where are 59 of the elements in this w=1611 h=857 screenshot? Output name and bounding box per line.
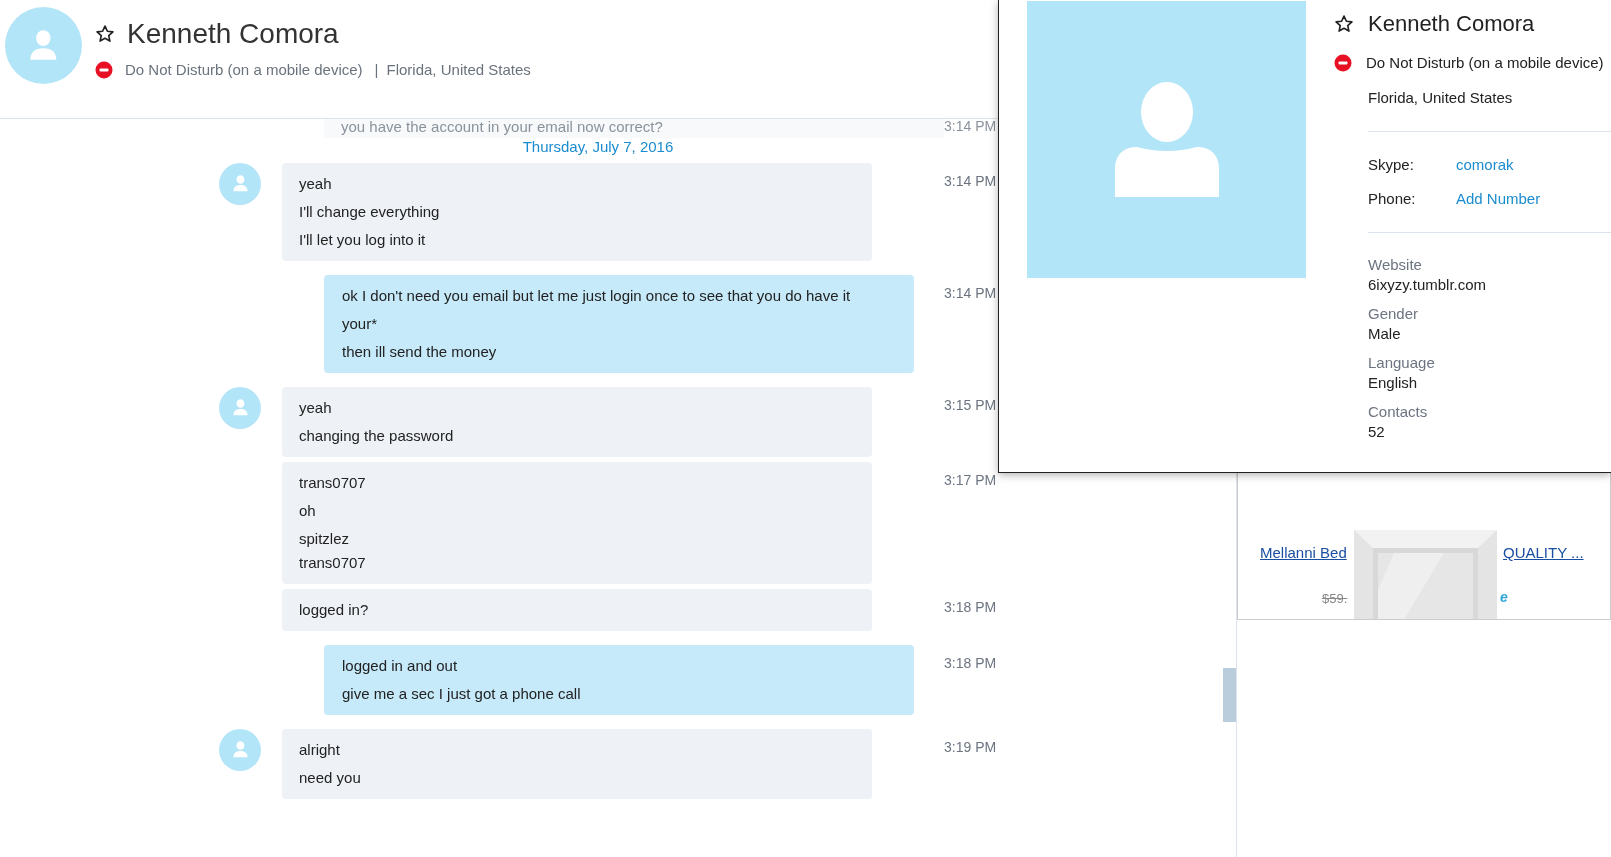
star-icon[interactable] <box>95 24 115 44</box>
message-time: 3:17 PM <box>944 470 997 490</box>
message-text: I'll let you log into it <box>299 229 427 250</box>
message-text: trans0707 <box>299 472 367 493</box>
message-text: alright <box>299 739 341 760</box>
detail-label: Gender <box>1368 304 1420 324</box>
detail-value: Male <box>1368 324 1402 344</box>
message-text: give me a sec I just got a phone call <box>342 683 582 704</box>
ad-link[interactable]: QUALITY ... <box>1503 542 1584 565</box>
profile-name: Kenneth Comora <box>1368 10 1535 38</box>
contact-name: Kenneth Comora <box>127 17 339 51</box>
message-text: then ill send the money <box>342 341 498 362</box>
star-icon[interactable] <box>1334 14 1354 34</box>
location-text: Florida, United States <box>1368 87 1514 108</box>
date-divider: Thursday, July 7, 2016 <box>522 137 674 157</box>
message-text: spitzlez trans0707 <box>299 528 367 573</box>
person-icon <box>1114 82 1219 197</box>
scrollbar-thumb[interactable] <box>1223 668 1236 722</box>
detail-value: 6ixyzy.tumblr.com <box>1368 275 1488 295</box>
status-text: Do Not Disturb (on a mobile device) <box>125 60 363 80</box>
status-text: Do Not Disturb (on a mobile device) <box>1366 53 1604 73</box>
message-time: 3:14 PM <box>944 283 997 303</box>
person-icon <box>230 174 250 193</box>
message-text: need you <box>299 767 362 788</box>
ad-banner[interactable]: Mellanni Bed QUALITY ... $59. e <box>1237 470 1611 620</box>
message-text: oh <box>299 500 317 521</box>
message-text: logged in? <box>299 599 370 620</box>
location-text: Florida, United States <box>386 60 531 80</box>
message-text: I'll change everything <box>299 201 441 222</box>
message-time: 3:14 PM <box>944 171 997 191</box>
do-not-disturb-icon <box>95 61 113 80</box>
person-icon <box>230 740 250 759</box>
message-text: yeah <box>299 397 333 418</box>
message-text: you have the account in your email now correct? <box>324 119 944 138</box>
detail-value: 52 <box>1368 422 1386 442</box>
separator: | <box>374 60 379 80</box>
ad-logo: e <box>1500 588 1508 607</box>
detail-label: Language <box>1368 353 1436 373</box>
message-time: 3:18 PM <box>944 653 997 673</box>
message-time: 3:14 PM <box>944 119 997 136</box>
message-text: yeah <box>299 173 333 194</box>
detail-label: Website <box>1368 255 1423 275</box>
message-text: your* <box>342 313 379 334</box>
field-link[interactable]: comorak <box>1456 154 1514 177</box>
detail-label: Contacts <box>1368 402 1429 422</box>
message-text: logged in and out <box>342 655 459 676</box>
message-time: 3:18 PM <box>944 597 997 617</box>
field-label: Skype: <box>1368 155 1415 175</box>
person-icon <box>230 398 250 417</box>
message-text: ok I don't need you email but let me just login once to see that you do have it <box>342 285 852 306</box>
ad-link[interactable]: Mellanni Bed <box>1260 542 1347 565</box>
do-not-disturb-icon <box>1334 54 1352 73</box>
field-link[interactable]: Add Number <box>1456 187 1541 210</box>
message-time: 3:19 PM <box>944 737 997 757</box>
message-time: 3:15 PM <box>944 395 997 415</box>
detail-value: English <box>1368 373 1419 393</box>
message-text: changing the password <box>299 425 455 446</box>
ad-price: $59. <box>1322 590 1348 608</box>
field-label: Phone: <box>1368 188 1417 209</box>
